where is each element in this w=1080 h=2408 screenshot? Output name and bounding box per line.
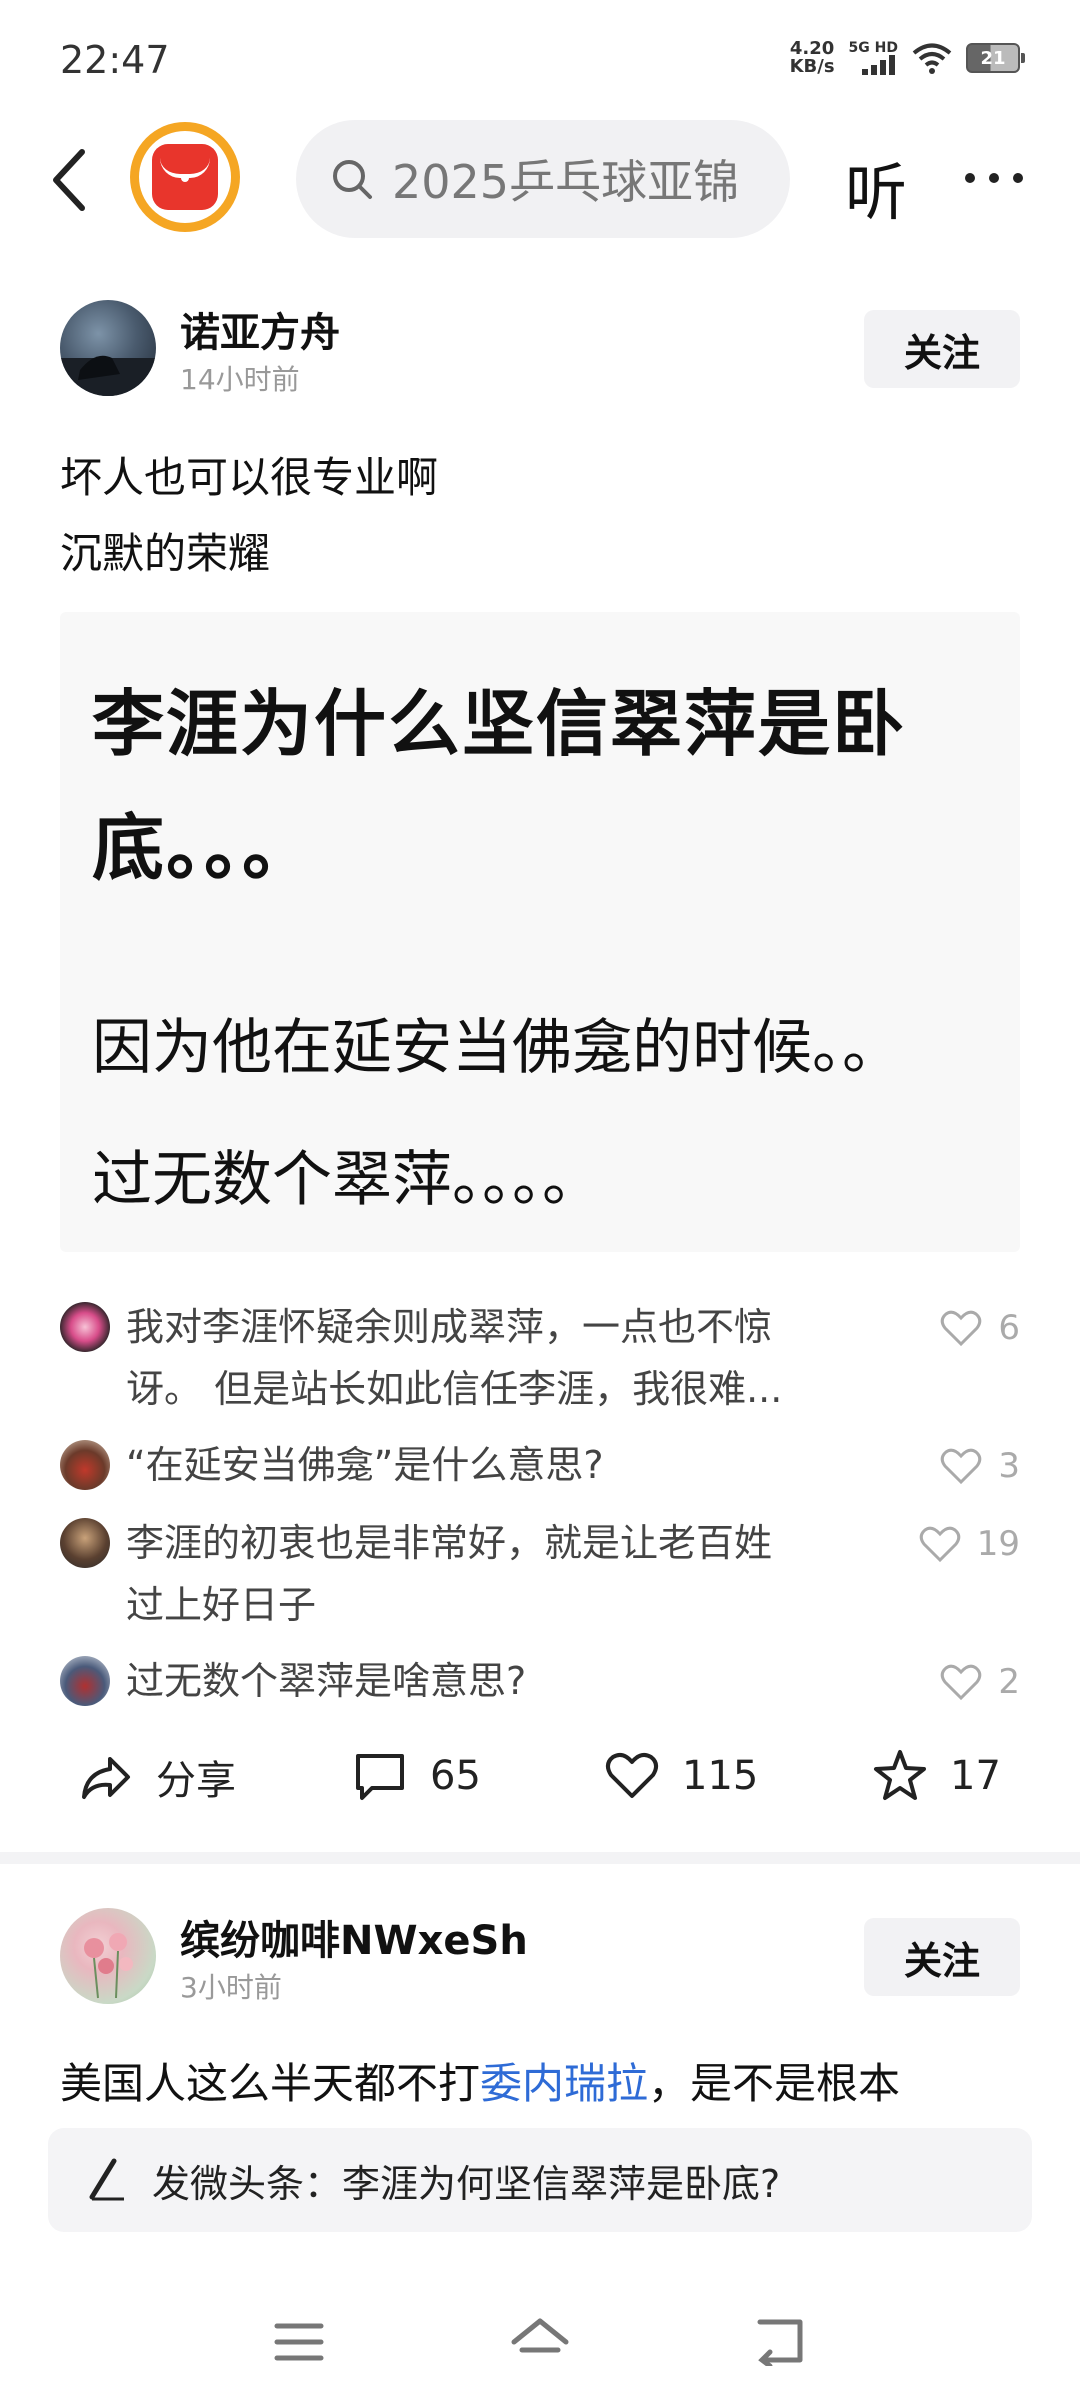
comment-line: 李涯的初衷也是非常好，就是让老百姓 — [126, 1521, 773, 1565]
comment-line: 过无数个翠萍是啥意思? — [126, 1659, 527, 1703]
comment-like-button[interactable]: 2 — [880, 1662, 1020, 1702]
comment-line: 我对李涯怀疑余则成翠萍，一点也不惊 — [126, 1305, 773, 1349]
share-icon — [82, 1757, 130, 1799]
image-body-line: 过无数个翠萍。。。。 — [92, 1145, 602, 1215]
share-button[interactable]: 分享 — [78, 1748, 236, 1806]
like-count: 115 — [682, 1753, 759, 1799]
back-nav-icon[interactable] — [754, 2316, 808, 2366]
pen-icon — [89, 2158, 124, 2201]
author-avatar[interactable] — [60, 300, 156, 396]
comment-like-button[interactable]: 6 — [880, 1308, 1020, 1348]
comment-count: 65 — [430, 1753, 481, 1799]
compose-bar[interactable]: 发微头条：李涯为何坚信翠萍是卧底? — [48, 2128, 1032, 2232]
author-name[interactable]: 缤纷咖啡NWxeSh — [180, 1908, 528, 1966]
like-button[interactable]: 115 — [604, 1748, 758, 1804]
heart-icon — [941, 1664, 982, 1701]
battery-icon: 21 — [966, 43, 1025, 73]
post-image[interactable]: 李涯为什么坚信翠萍是卧底。。。 因为他在延安当佛龛的时候。。 过无数个翠萍。。。… — [60, 612, 1020, 1252]
signal-icon: 5G HD — [849, 41, 898, 75]
comment-text[interactable]: 我对李涯怀疑余则成翠萍，一点也不惊 讶。 但是站长如此信任李涯，我很难... — [126, 1296, 846, 1420]
comment-line: “在延安当佛龛”是什么意思? — [126, 1443, 604, 1487]
comment-line: 讶。 但是站长如此信任李涯，我很难... — [126, 1367, 783, 1411]
commenter-avatar[interactable] — [60, 1656, 110, 1706]
listen-button[interactable]: 听 — [845, 142, 907, 232]
favorite-count: 17 — [950, 1753, 1001, 1799]
comment-like-count: 19 — [976, 1524, 1020, 1564]
favorite-button[interactable]: 17 — [872, 1748, 1001, 1804]
commenter-avatar[interactable] — [60, 1440, 110, 1490]
comment-text[interactable]: “在延安当佛龛”是什么意思? — [126, 1434, 846, 1496]
commenter-avatar[interactable] — [60, 1302, 110, 1352]
compose-label: 发微头条：李涯为何坚信翠萍是卧底? — [152, 2161, 781, 2206]
heart-icon — [941, 1310, 982, 1347]
network-speed-unit: KB/s — [789, 56, 835, 77]
image-body-line: 因为他在延安当佛龛的时候。。 — [92, 1013, 902, 1083]
post-time: 14小时前 — [180, 363, 300, 396]
comment-text[interactable]: 过无数个翠萍是啥意思? — [126, 1650, 846, 1712]
comment-like-count: 3 — [998, 1446, 1020, 1486]
follow-button[interactable]: 关注 — [864, 310, 1020, 388]
post-time: 3小时前 — [180, 1971, 282, 2004]
heart-icon — [941, 1448, 982, 1485]
share-label: 分享 — [156, 1758, 236, 1804]
search-icon — [333, 160, 372, 199]
follow-button[interactable]: 关注 — [864, 1918, 1020, 1996]
heart-icon — [606, 1752, 658, 1798]
comment-like-count: 2 — [998, 1662, 1020, 1702]
heart-icon — [919, 1526, 960, 1563]
status-time: 22:47 — [60, 38, 170, 82]
star-icon — [874, 1750, 926, 1800]
comment-like-count: 6 — [998, 1308, 1020, 1348]
post-text-line: 坏人也可以很专业啊 — [60, 453, 439, 502]
comment-like-button[interactable]: 19 — [880, 1524, 1020, 1564]
author-name[interactable]: 诺亚方舟 — [180, 300, 340, 358]
comment-line: 过上好日子 — [126, 1583, 317, 1627]
post-text-line: 沉默的荣耀 — [60, 529, 271, 578]
search-bar[interactable]: 2025乒乓球亚锦 — [296, 120, 790, 238]
wifi-icon — [912, 43, 952, 74]
home-icon[interactable] — [510, 2316, 570, 2366]
topic-link[interactable]: 委内瑞拉 — [480, 2059, 648, 2108]
comment-icon — [356, 1754, 404, 1800]
comment-like-button[interactable]: 3 — [880, 1446, 1020, 1486]
back-arrow-icon[interactable] — [40, 140, 100, 220]
author-avatar[interactable] — [60, 1908, 156, 2004]
search-query: 2025乒乓球亚锦 — [392, 155, 740, 209]
image-headline: 李涯为什么坚信翠萍是卧底。。。 — [92, 682, 907, 890]
commenter-avatar[interactable] — [60, 1518, 110, 1568]
comment-button[interactable]: 65 — [352, 1748, 481, 1804]
app-logo[interactable] — [130, 122, 240, 232]
menu-icon[interactable] — [274, 2320, 324, 2364]
post-text-segment: 美国人这么半天都不打 — [60, 2059, 481, 2108]
post-text-segment: ，是不是根本 — [648, 2059, 901, 2108]
post-divider — [0, 1852, 1080, 1864]
battery-level: 21 — [980, 47, 1006, 69]
network-type: 5G HD — [848, 40, 898, 56]
post-text-line: 美国人这么半天都不打委内瑞拉，是不是根本 — [60, 2044, 900, 2124]
comment-text[interactable]: 李涯的初衷也是非常好，就是让老百姓 过上好日子 — [126, 1512, 846, 1636]
status-icons: 4.20 KB/s 5G HD 21 — [790, 40, 1025, 76]
more-options-icon[interactable] — [962, 148, 1026, 208]
network-speed: 4.20 KB/s — [790, 40, 835, 76]
